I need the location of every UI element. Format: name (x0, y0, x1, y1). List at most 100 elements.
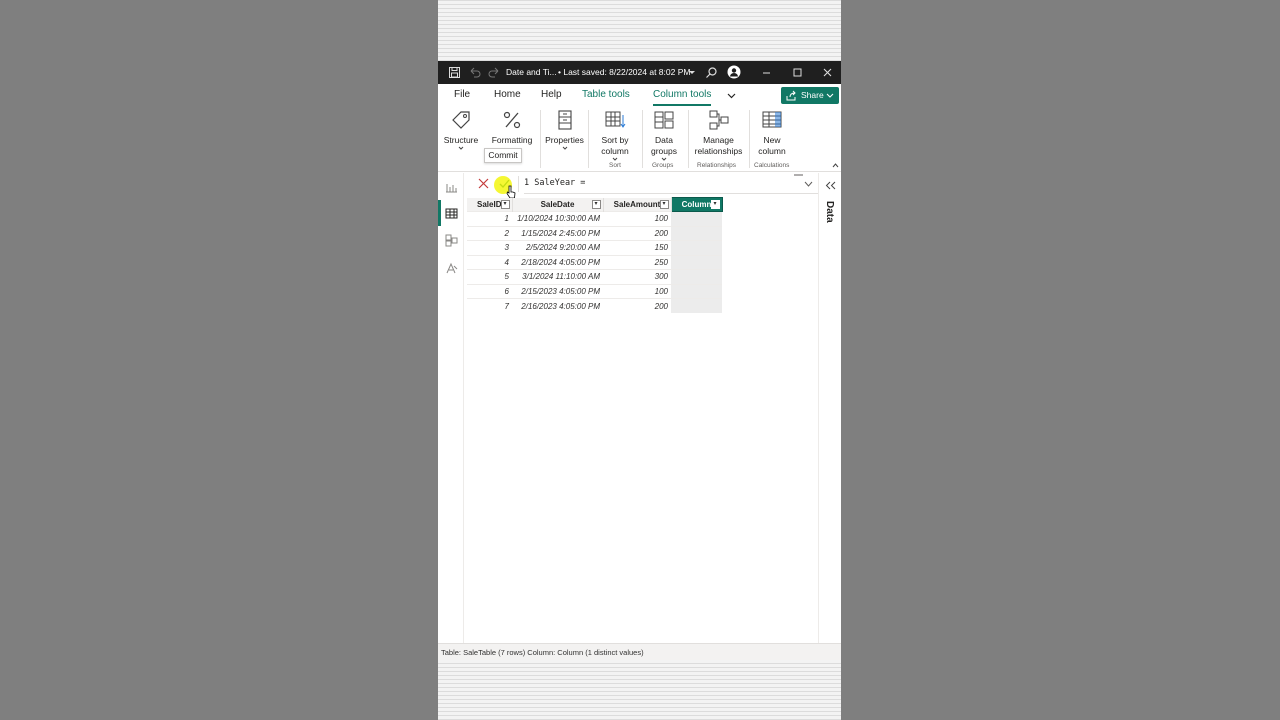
formula-scroll-handle[interactable] (794, 174, 803, 178)
expand-pane-chevrons-icon[interactable] (825, 181, 836, 190)
chevron-down-icon (458, 146, 464, 150)
filter-dropdown-icon[interactable]: ▾ (710, 200, 720, 209)
filter-dropdown-icon[interactable]: ▾ (500, 199, 510, 209)
redo-icon[interactable] (488, 66, 501, 79)
new-column-button[interactable]: New column (752, 109, 792, 157)
chevron-down-icon (826, 93, 834, 98)
background-stripes-top (438, 0, 841, 61)
cell-saleid[interactable]: 4 (467, 254, 512, 270)
cell-saledate[interactable]: 3/1/2024 11:10:00 AM (512, 269, 603, 284)
tab-file[interactable]: File (454, 89, 470, 100)
manage-relationships-button[interactable]: Manage relationships (692, 109, 745, 157)
ribbon-collapse-chevron-icon[interactable] (727, 91, 736, 100)
undo-icon[interactable] (468, 66, 481, 79)
cell-saleamount[interactable]: 150 (603, 240, 671, 255)
dax-query-view-icon[interactable] (445, 262, 458, 275)
title-bar: Date and Ti... • Last saved: 8/22/2024 a… (438, 61, 841, 84)
model-view-icon[interactable] (445, 234, 458, 247)
column-header-new-column[interactable]: Column ▾ (670, 197, 723, 212)
cell-saleamount[interactable]: 300 (603, 269, 671, 284)
sort-by-column-button[interactable]: Sort by column (592, 109, 638, 166)
chevron-down-icon (562, 146, 567, 150)
cell-saleamount[interactable]: 200 (603, 225, 671, 241)
minimize-icon[interactable] (760, 66, 773, 79)
share-button[interactable]: Share (781, 87, 839, 104)
new-column-icon (762, 111, 782, 128)
column-header-saledate[interactable]: SaleDate ▾ (512, 197, 604, 212)
cell-new-column[interactable] (671, 211, 722, 226)
close-icon[interactable] (821, 66, 834, 79)
cell-saleamount[interactable]: 100 (603, 283, 671, 299)
cancel-formula-icon[interactable] (478, 178, 489, 189)
cell-new-column[interactable] (671, 254, 722, 270)
expand-formula-chevron-icon[interactable] (804, 180, 813, 188)
cell-saledate[interactable]: 2/18/2024 4:05:00 PM (512, 254, 603, 270)
cell-saleamount[interactable]: 100 (603, 211, 671, 226)
cell-saledate[interactable]: 2/15/2023 4:05:00 PM (512, 283, 603, 299)
data-pane-label[interactable]: Data (824, 201, 835, 223)
cell-new-column[interactable] (671, 283, 722, 299)
formatting-button[interactable]: Formatting (488, 109, 536, 146)
filter-dropdown-icon[interactable]: ▾ (659, 199, 669, 209)
properties-label: Properties (545, 135, 584, 145)
cell-saleid[interactable]: 3 (467, 240, 512, 255)
table-row[interactable]: 5 3/1/2024 11:10:00 AM 300 (467, 269, 722, 284)
data-groups-label-2: groups (651, 146, 677, 156)
cell-saleid[interactable]: 5 (467, 269, 512, 284)
cell-saleid[interactable]: 6 (467, 283, 512, 299)
table-row[interactable]: 2 1/15/2024 2:45:00 PM 200 (467, 225, 722, 241)
new-column-label-2: column (758, 146, 786, 156)
tab-table-tools[interactable]: Table tools (582, 89, 630, 100)
cell-new-column[interactable] (671, 225, 722, 241)
sort-by-column-icon (605, 111, 626, 128)
properties-button[interactable]: Properties (544, 109, 585, 155)
cell-saledate[interactable]: 2/5/2024 9:20:00 AM (512, 240, 603, 255)
formula-bar-separator (518, 176, 519, 192)
tab-home[interactable]: Home (494, 89, 521, 100)
cell-saledate[interactable]: 2/16/2023 4:05:00 PM (512, 298, 603, 313)
search-icon[interactable] (705, 66, 718, 79)
cell-saledate[interactable]: 1/15/2024 2:45:00 PM (512, 225, 603, 241)
report-view-icon[interactable] (445, 181, 458, 194)
table-row[interactable]: 7 2/16/2023 4:05:00 PM 200 (467, 298, 722, 313)
data-groups-button[interactable]: Data groups (644, 109, 684, 166)
cell-new-column[interactable] (671, 269, 722, 284)
cell-new-column[interactable] (671, 298, 722, 313)
cell-saleid[interactable]: 1 (467, 211, 512, 226)
formula-input[interactable]: 1 SaleYear = (524, 178, 585, 188)
tab-column-tools[interactable]: Column tools (653, 89, 711, 100)
maximize-icon[interactable] (791, 66, 804, 79)
column-header-label: Column (681, 200, 712, 209)
table-row[interactable]: 3 2/5/2024 9:20:00 AM 150 (467, 240, 722, 255)
column-header-saleamount[interactable]: SaleAmount ▾ (603, 197, 672, 212)
sort-by-column-label-2: column (601, 146, 629, 156)
table-row[interactable]: 1 1/10/2024 10:30:00 AM 100 (467, 211, 722, 226)
cell-saleamount[interactable]: 250 (603, 254, 671, 270)
ribbon-separator (642, 110, 643, 168)
formula-bar: 1 SaleYear = (468, 174, 818, 194)
data-pane-collapsed[interactable]: Data (818, 173, 841, 643)
document-title[interactable]: Date and Ti... (506, 67, 557, 77)
column-header-saleid[interactable]: SaleID ▾ (467, 197, 513, 212)
ribbon-separator (540, 110, 541, 168)
table-row[interactable]: 4 2/18/2024 4:05:00 PM 250 (467, 254, 722, 270)
save-icon[interactable] (448, 66, 461, 79)
table-row[interactable]: 6 2/15/2023 4:05:00 PM 100 (467, 283, 722, 299)
cell-saleid[interactable]: 7 (467, 298, 512, 313)
filter-dropdown-icon[interactable]: ▾ (591, 199, 601, 209)
cell-saledate[interactable]: 1/10/2024 10:30:00 AM (512, 211, 603, 226)
manage-relationships-label-2: relationships (694, 146, 743, 156)
group-label-groups: Groups (652, 162, 674, 169)
table-view-icon[interactable] (445, 207, 458, 220)
last-saved-status[interactable]: • Last saved: 8/22/2024 at 8:02 PM (558, 67, 690, 77)
cell-saleid[interactable]: 2 (467, 225, 512, 241)
user-avatar-icon[interactable] (727, 65, 741, 79)
cell-new-column[interactable] (671, 240, 722, 255)
collapse-ribbon-icon[interactable] (832, 162, 839, 168)
background-stripes-bottom (438, 660, 841, 720)
structure-button[interactable]: Structure (443, 109, 479, 155)
tab-help[interactable]: Help (541, 89, 562, 100)
cell-saleamount[interactable]: 200 (603, 298, 671, 313)
chevron-down-icon[interactable] (688, 66, 696, 79)
new-column-label-1: New (763, 135, 781, 145)
